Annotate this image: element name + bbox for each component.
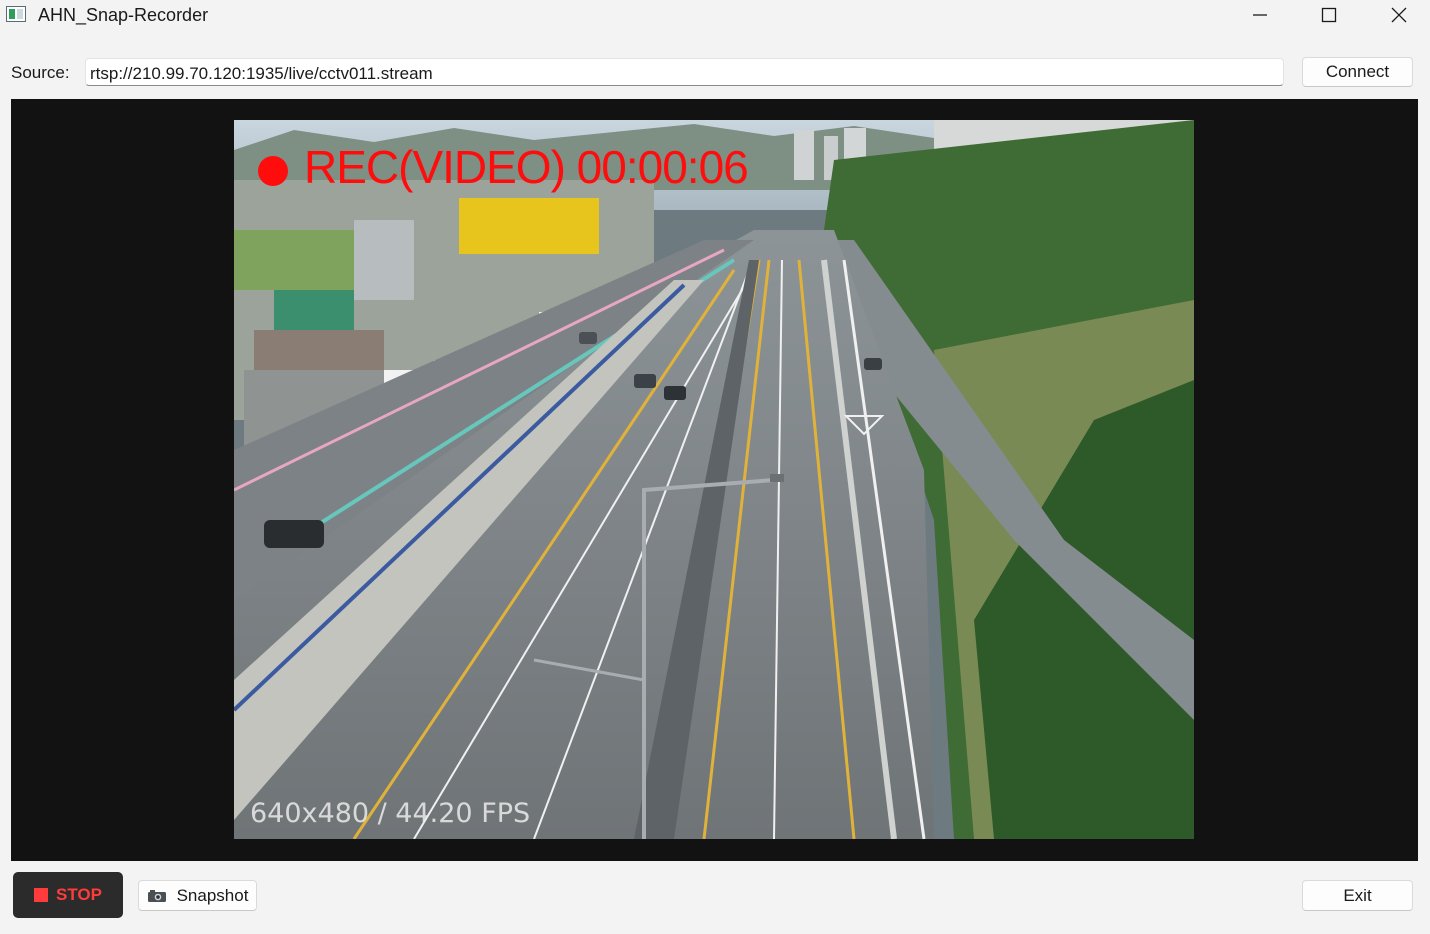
stream-stats: 640x480 / 44.20 FPS (250, 798, 531, 829)
snapshot-label: Snapshot (176, 885, 249, 905)
recording-dot-icon (258, 156, 288, 186)
source-label: Source: (11, 63, 70, 82)
camera-feed-image (234, 120, 1194, 839)
recording-timer: REC(VIDEO) 00:00:06 (304, 141, 749, 193)
window-title: AHN_Snap-Recorder (38, 5, 209, 25)
stop-label: STOP (56, 885, 102, 904)
maximize-icon (1321, 7, 1337, 23)
exit-button[interactable]: Exit (1302, 880, 1413, 911)
close-button[interactable] (1364, 0, 1430, 30)
camera-icon (147, 889, 167, 903)
connect-button[interactable]: Connect (1302, 57, 1413, 87)
snapshot-button[interactable]: Snapshot (138, 880, 257, 911)
maximize-button[interactable] (1294, 0, 1364, 30)
minimize-button[interactable] (1225, 0, 1295, 30)
stop-icon (34, 888, 48, 902)
video-panel: REC(VIDEO) 00:00:06 640x480 / 44.20 FPS (11, 99, 1418, 861)
recording-indicator: REC(VIDEO) 00:00:06 (258, 141, 749, 193)
close-icon (1391, 7, 1407, 23)
minimize-icon (1253, 14, 1267, 16)
source-url-input[interactable] (85, 58, 1284, 86)
video-preview: REC(VIDEO) 00:00:06 640x480 / 44.20 FPS (234, 120, 1194, 839)
title-bar: AHN_Snap-Recorder (0, 0, 1430, 30)
app-icon (6, 6, 26, 22)
stop-button[interactable]: STOP (13, 872, 123, 918)
